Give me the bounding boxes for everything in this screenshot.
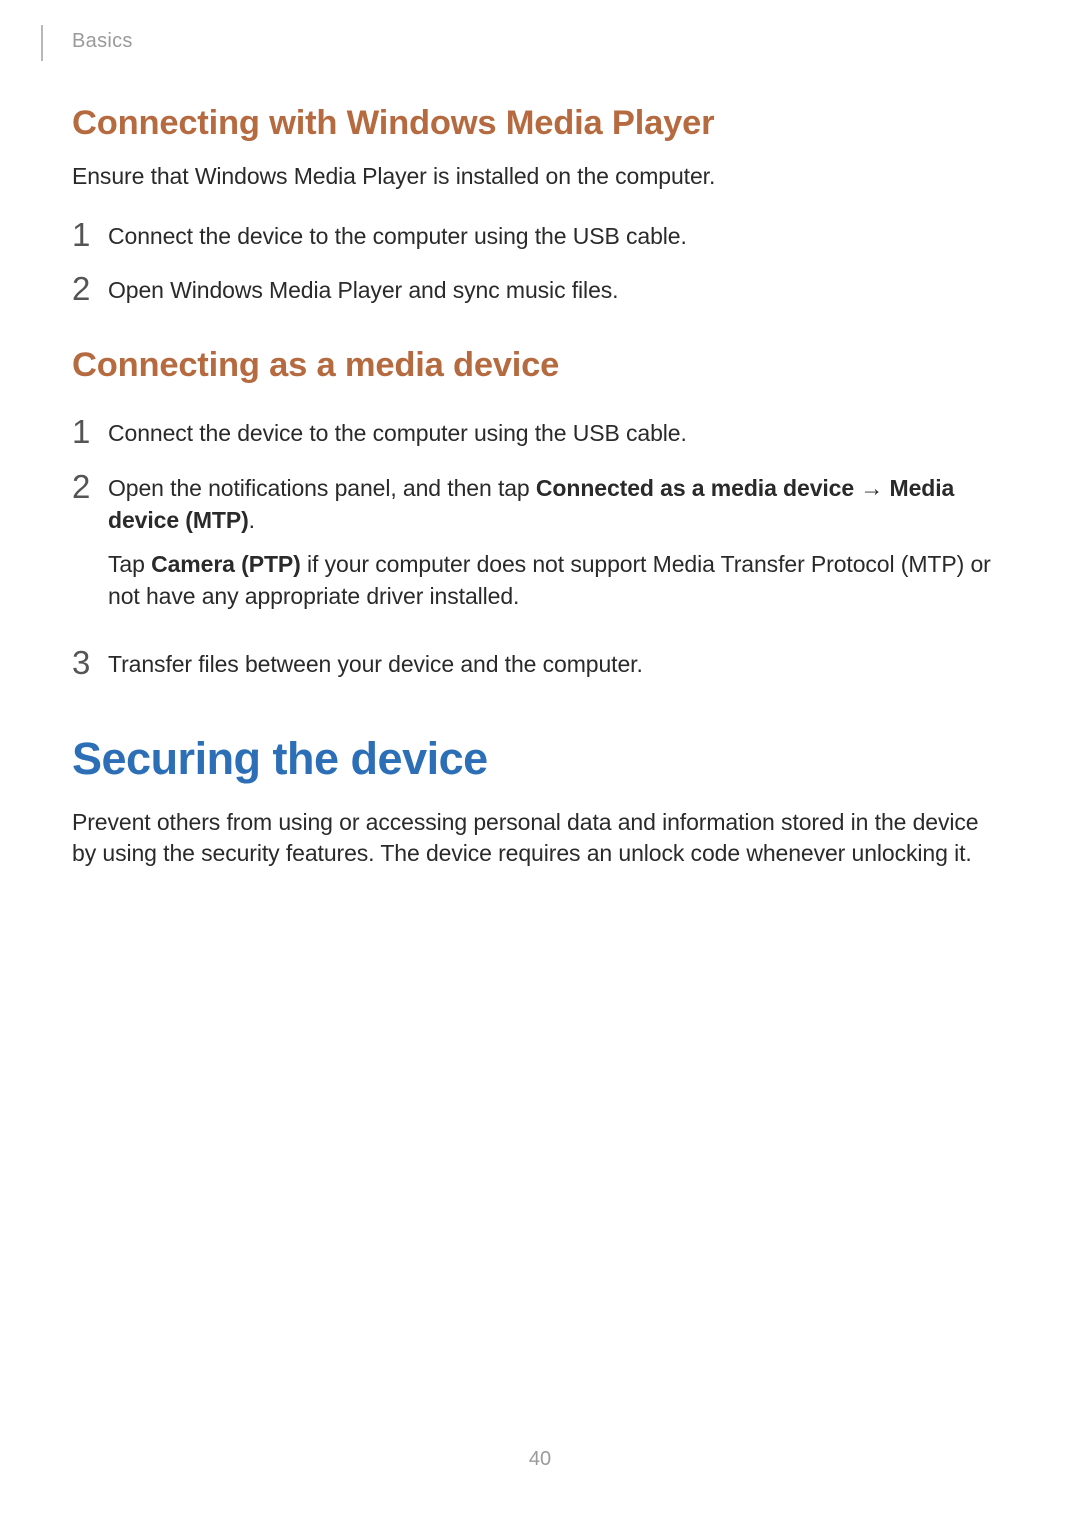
intro-text-wmp: Ensure that Windows Media Player is inst… [72,161,1008,192]
header-divider [41,25,43,61]
page-content: Connecting with Windows Media Player Ens… [72,100,1008,893]
step-row: 3 Transfer files between your device and… [72,644,1008,680]
heading-connecting-wmp: Connecting with Windows Media Player [72,104,1008,143]
step-row: 2 Open Windows Media Player and sync mus… [72,270,1008,306]
step-text: Transfer files between your device and t… [108,648,1008,680]
step-number: 1 [72,415,108,448]
step-text: Open the notifications panel, and then t… [108,472,1008,617]
step-row: 1 Connect the device to the computer usi… [72,413,1008,449]
step-follow-text: Tap Camera (PTP) if your computer does n… [108,548,1008,612]
step-row: 2 Open the notifications panel, and then… [72,468,1008,617]
header-section-label: Basics [72,30,133,53]
step-text: Connect the device to the computer using… [108,417,1008,449]
step-text: Connect the device to the computer using… [108,220,1008,252]
step-row: 1 Connect the device to the computer usi… [72,216,1008,252]
ui-label-camera-ptp: Camera (PTP) [151,551,301,577]
step-number: 3 [72,646,108,679]
step-text: Open Windows Media Player and sync music… [108,274,1008,306]
step-number: 2 [72,272,108,305]
page-number: 40 [0,1448,1080,1471]
arrow-icon: → [854,475,889,501]
step-text-fragment: Open the notifications panel, and then t… [108,475,536,501]
step-number: 2 [72,470,108,503]
step-number: 1 [72,218,108,251]
step-text-fragment: . [249,507,255,533]
body-securing-the-device: Prevent others from using or accessing p… [72,807,1008,869]
heading-connecting-media-device: Connecting as a media device [72,346,1008,385]
heading-securing-the-device: Securing the device [72,733,1008,785]
step-text-fragment: Tap [108,551,151,577]
ui-label-connected-as-media-device: Connected as a media device [536,475,854,501]
